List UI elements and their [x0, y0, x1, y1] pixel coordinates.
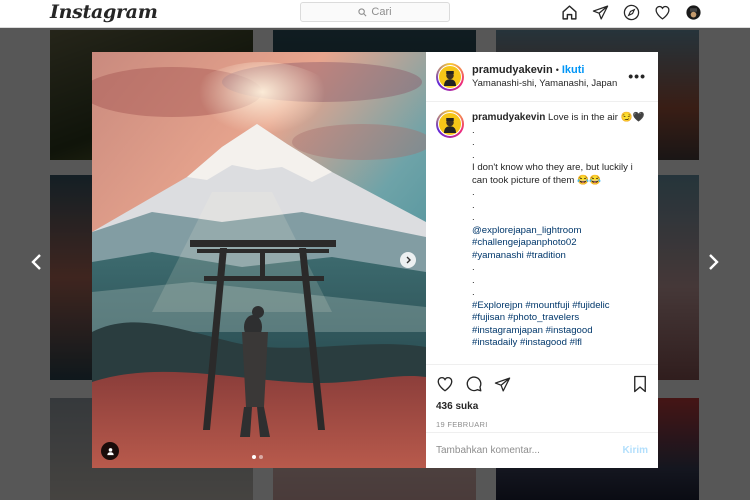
post-photo[interactable] — [92, 52, 426, 468]
hashtag-link[interactable]: #instagramjapan #instagood — [472, 325, 648, 338]
chevron-right-icon — [709, 254, 719, 270]
post-actions: 436 suka 19 FEBRUARI — [426, 364, 658, 429]
hashtag-link[interactable]: #Explorejpn #mountfuji #fujidelic — [472, 300, 648, 313]
post-image — [92, 52, 426, 468]
tagged-users-button[interactable] — [101, 442, 119, 460]
carousel-dot — [259, 455, 263, 459]
previous-post-button[interactable] — [26, 248, 46, 276]
hashtag-link[interactable]: #yamanashi #tradition — [472, 250, 648, 263]
photo-next-button[interactable] — [400, 252, 416, 268]
bookmark-icon[interactable] — [632, 375, 648, 393]
next-post-button[interactable] — [704, 248, 724, 276]
caption-author-avatar[interactable] — [436, 110, 464, 138]
post-sidebar: pramudyakevin • Ikuti Yamanashi-shi, Yam… — [426, 52, 658, 468]
caption-first-line: Love is in the air 😏🖤 — [548, 112, 645, 123]
search-icon — [358, 7, 367, 16]
caption-line: . — [472, 212, 475, 223]
caption-line: . — [472, 287, 475, 298]
caption-username[interactable]: pramudyakevin — [472, 112, 545, 123]
carousel-indicator — [252, 455, 263, 459]
carousel-dot-active — [252, 455, 256, 459]
user-icon — [106, 447, 114, 455]
top-nav: Instagram Cari — [0, 0, 750, 28]
post-location[interactable]: Yamanashi-shi, Yamanashi, Japan — [472, 78, 617, 89]
hashtag-link[interactable]: #instadaily #instagood #lfl — [472, 337, 648, 350]
chevron-right-icon — [406, 256, 411, 264]
caption-line: . — [472, 199, 475, 211]
post-header: pramudyakevin • Ikuti Yamanashi-shi, Yam… — [426, 52, 658, 102]
caption-text: pramudyakevin Love is in the air 😏🖤 . . … — [472, 110, 648, 364]
comment-icon[interactable] — [465, 375, 483, 393]
caption-line: . — [472, 137, 475, 148]
like-heart-icon[interactable] — [436, 375, 454, 393]
home-icon[interactable] — [560, 3, 579, 22]
instagram-logo[interactable]: Instagram — [50, 1, 158, 23]
likes-count[interactable]: 436 suka — [436, 401, 648, 412]
caption-line: . — [472, 149, 475, 161]
author-username[interactable]: pramudyakevin — [472, 64, 553, 76]
hashtag-link[interactable]: #challengejapanphoto02 — [472, 237, 648, 250]
profile-avatar[interactable] — [684, 3, 703, 22]
direct-icon[interactable] — [591, 3, 610, 22]
comment-bar: Kirim — [426, 432, 658, 468]
search-box[interactable]: Cari — [300, 2, 450, 22]
comment-input[interactable] — [436, 445, 623, 456]
author-avatar[interactable] — [436, 62, 464, 91]
share-icon[interactable] — [494, 376, 511, 393]
explore-icon[interactable] — [622, 3, 641, 22]
more-options-button[interactable]: ••• — [628, 68, 646, 84]
hashtag-link[interactable]: #fujisan #photo_travelers — [472, 312, 648, 325]
caption-line: . — [472, 187, 475, 198]
caption-line: I don't know who they are, but luckily i… — [472, 162, 633, 186]
separator: • — [555, 65, 559, 75]
search-placeholder: Cari — [371, 6, 392, 18]
caption-line: . — [472, 274, 475, 286]
caption-line: . — [472, 262, 475, 273]
mention-link[interactable]: @explorejapan_lightroom — [472, 225, 648, 238]
heart-icon[interactable] — [653, 3, 672, 22]
follow-button[interactable]: Ikuti — [562, 64, 585, 76]
chevron-left-icon — [31, 254, 41, 270]
post-comment-button[interactable]: Kirim — [622, 445, 648, 456]
post-modal: pramudyakevin • Ikuti Yamanashi-shi, Yam… — [92, 52, 658, 468]
caption-line: . — [472, 124, 475, 136]
caption-area: pramudyakevin Love is in the air 😏🖤 . . … — [426, 110, 658, 364]
post-date[interactable]: 19 FEBRUARI — [436, 420, 648, 429]
